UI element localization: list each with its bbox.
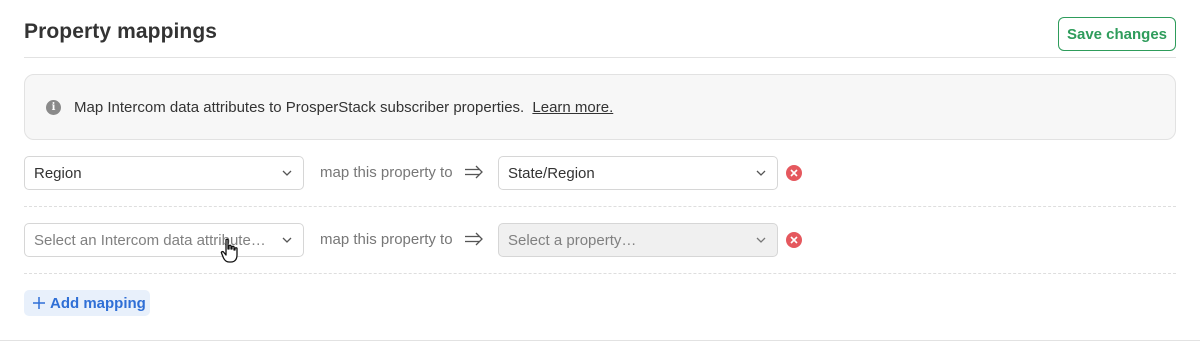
add-mapping-button[interactable]: Add mapping xyxy=(24,290,150,316)
info-icon: i xyxy=(46,99,61,115)
target-property-value: State/Region xyxy=(508,164,595,182)
add-mapping-label: Add mapping xyxy=(50,294,146,312)
double-arrow-right-icon xyxy=(465,165,483,179)
map-label: map this property to xyxy=(320,231,453,248)
source-attribute-select[interactable]: Region xyxy=(24,156,304,190)
source-attribute-select[interactable]: Select an Intercom data attribute… xyxy=(24,223,304,257)
mapping-row: Region map this property to State/Region xyxy=(24,140,1176,207)
double-arrow-right-icon xyxy=(465,232,483,246)
plus-icon xyxy=(33,297,45,309)
save-changes-button[interactable]: Save changes xyxy=(1058,17,1176,51)
info-message: Map Intercom data attributes to ProsperS… xyxy=(74,98,525,116)
learn-more-link[interactable]: Learn more. xyxy=(532,99,613,116)
remove-mapping-button[interactable] xyxy=(786,165,802,181)
info-banner: i Map Intercom data attributes to Prospe… xyxy=(24,74,1176,140)
source-attribute-value: Region xyxy=(34,164,82,182)
chevron-down-icon xyxy=(756,170,766,176)
remove-mapping-button[interactable] xyxy=(786,232,802,248)
target-property-select[interactable]: Select a property… xyxy=(498,223,778,257)
info-text: Map Intercom data attributes to ProsperS… xyxy=(74,99,613,116)
close-icon xyxy=(790,169,798,177)
page-title: Property mappings xyxy=(24,20,218,43)
chevron-down-icon xyxy=(282,237,292,243)
map-label: map this property to xyxy=(320,164,453,181)
property-mappings-page: Property mappings Save changes i Map Int… xyxy=(0,0,1200,341)
target-property-select[interactable]: State/Region xyxy=(498,156,778,190)
hand-pointer-cursor-icon xyxy=(220,238,238,263)
chevron-down-icon xyxy=(282,170,292,176)
mapping-row: Select an Intercom data attribute… map t… xyxy=(24,207,1176,274)
section-header: Property mappings Save changes xyxy=(24,0,1176,58)
chevron-down-icon xyxy=(756,237,766,243)
close-icon xyxy=(790,236,798,244)
target-property-placeholder: Select a property… xyxy=(508,231,637,249)
